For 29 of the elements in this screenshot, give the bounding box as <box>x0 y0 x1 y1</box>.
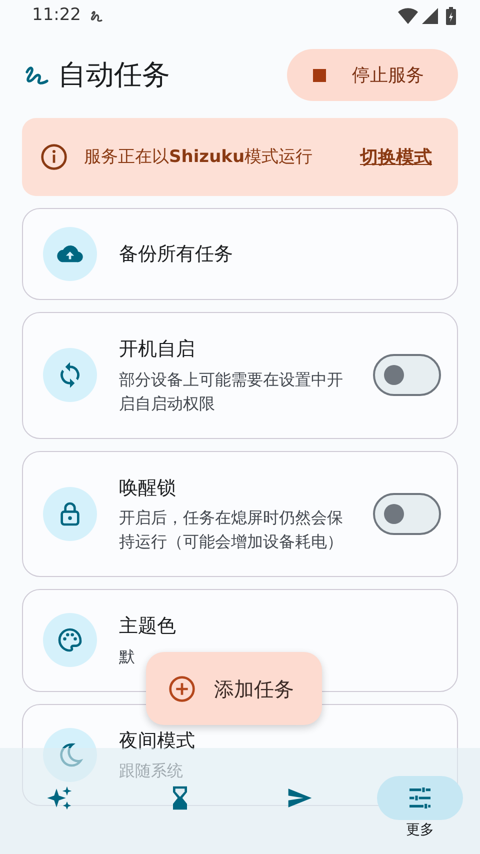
setting-title: 主题色 <box>119 614 177 639</box>
setting-title: 开机自启 <box>119 337 196 362</box>
battery-icon <box>446 7 456 25</box>
page-title: 自动任务 <box>58 57 171 93</box>
settings-card[interactable]: 唤醒锁 开启后，任务在熄屏时仍然会保持运行（可能会增加设备耗电） <box>22 450 458 577</box>
switch-mode-link[interactable]: 切换模式 <box>360 144 432 170</box>
add-icon <box>168 674 196 702</box>
sparkles-icon <box>46 784 74 812</box>
notification-icon <box>89 8 105 24</box>
stop-icon <box>313 68 326 82</box>
setting-title: 备份所有任务 <box>119 242 234 267</box>
settings-card[interactable]: 开机自启 部分设备上可能需要在设置中开启自启动权限 <box>22 312 458 438</box>
palette-icon <box>56 626 84 654</box>
setting-title: 夜间模式 <box>119 728 196 754</box>
status-time: 11:22 <box>32 4 81 28</box>
setting-title: 唤醒锁 <box>119 476 177 500</box>
signal-icon <box>422 8 438 24</box>
toggle-switch[interactable] <box>373 354 441 396</box>
setting-subtitle: 默 <box>119 646 136 668</box>
toggle-switch[interactable] <box>373 492 441 535</box>
stop-service-button[interactable]: 停止服务 <box>287 49 458 101</box>
info-icon <box>40 143 68 171</box>
add-task-button[interactable]: 添加任务 <box>146 652 322 725</box>
settings-card[interactable]: 备份所有任务 <box>22 208 458 300</box>
setting-subtitle: 部分设备上可能需要在设置中开启自启动权限 <box>119 368 344 414</box>
banner-message: 服务正在以Shizuku模式运行 <box>84 146 314 168</box>
wifi-icon <box>398 8 418 24</box>
setting-subtitle: 开启后，任务在熄屏时仍然会保持运行（可能会增加设备耗电） <box>119 507 344 553</box>
setting-subtitle: 跟随系统 <box>119 760 184 782</box>
